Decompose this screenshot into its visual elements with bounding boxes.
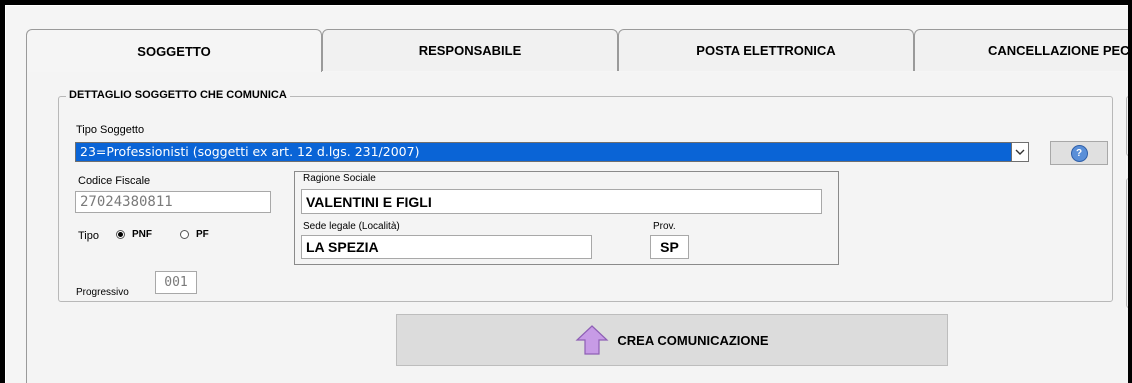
codice-fiscale-label: Codice Fiscale — [78, 175, 151, 187]
tab-soggetto[interactable]: SOGGETTO — [26, 29, 322, 72]
tipo-label: Tipo — [78, 230, 99, 242]
groupbox-legend: DETTAGLIO SOGGETTO CHE COMUNICA — [66, 89, 290, 101]
chevron-down-icon — [1015, 149, 1025, 155]
question-circle-icon: ? — [1070, 144, 1088, 162]
tab-label: POSTA ELETTRONICA — [696, 43, 836, 58]
codice-fiscale-field[interactable]: 27024380811 — [75, 191, 271, 213]
tab-label: CANCELLAZIONE PEC — [988, 43, 1128, 58]
sede-legale-field[interactable]: LA SPEZIA — [301, 235, 592, 259]
tab-responsabile[interactable]: RESPONSABILE — [322, 29, 618, 71]
crea-comunicazione-label: CREA COMUNICAZIONE — [617, 332, 769, 348]
prov-field[interactable]: SP — [650, 235, 689, 259]
tab-cancellazione-pec[interactable]: CANCELLAZIONE PEC — [914, 29, 1128, 71]
sede-legale-value: LA SPEZIA — [306, 239, 379, 255]
tab-label: SOGGETTO — [137, 43, 211, 59]
top-border — [0, 0, 1132, 5]
application-frame: SOGGETTO RESPONSABILE POSTA ELETTRONICA … — [0, 0, 1132, 383]
ragione-sociale-label: Ragione Sociale — [303, 173, 376, 184]
progressivo-value: 001 — [164, 275, 188, 290]
prov-label: Prov. — [653, 221, 676, 232]
tipo-soggetto-label: Tipo Soggetto — [76, 124, 145, 136]
radio-pf[interactable] — [180, 230, 189, 239]
ragione-sociale-value: VALENTINI E FIGLI — [306, 193, 432, 210]
codice-fiscale-value: 27024380811 — [80, 194, 173, 210]
tipo-soggetto-selected-value: 23=Professionisti (soggetti ex art. 12 d… — [80, 144, 420, 159]
tab-posta-elettronica[interactable]: POSTA ELETTRONICA — [618, 29, 914, 71]
progressivo-field[interactable]: 001 — [155, 271, 197, 294]
radio-pnf[interactable] — [116, 230, 125, 239]
dropdown-button[interactable] — [1011, 143, 1028, 161]
ragione-sociale-field[interactable]: VALENTINI E FIGLI — [301, 189, 822, 214]
radio-pf-label: PF — [196, 229, 209, 240]
progressivo-label: Progressivo — [76, 287, 129, 298]
radio-pnf-label: PNF — [132, 229, 152, 240]
up-arrow-icon — [575, 325, 609, 355]
tipo-soggetto-select[interactable]: 23=Professionisti (soggetti ex art. 12 d… — [75, 142, 1029, 162]
crea-comunicazione-button[interactable]: CREA COMUNICAZIONE — [396, 314, 948, 366]
tab-label: RESPONSABILE — [418, 43, 522, 58]
help-button[interactable]: ? — [1050, 141, 1108, 165]
sede-legale-label: Sede legale (Località) — [303, 221, 400, 232]
prov-value: SP — [660, 239, 679, 255]
right-border — [1128, 0, 1132, 383]
left-border — [0, 0, 5, 383]
